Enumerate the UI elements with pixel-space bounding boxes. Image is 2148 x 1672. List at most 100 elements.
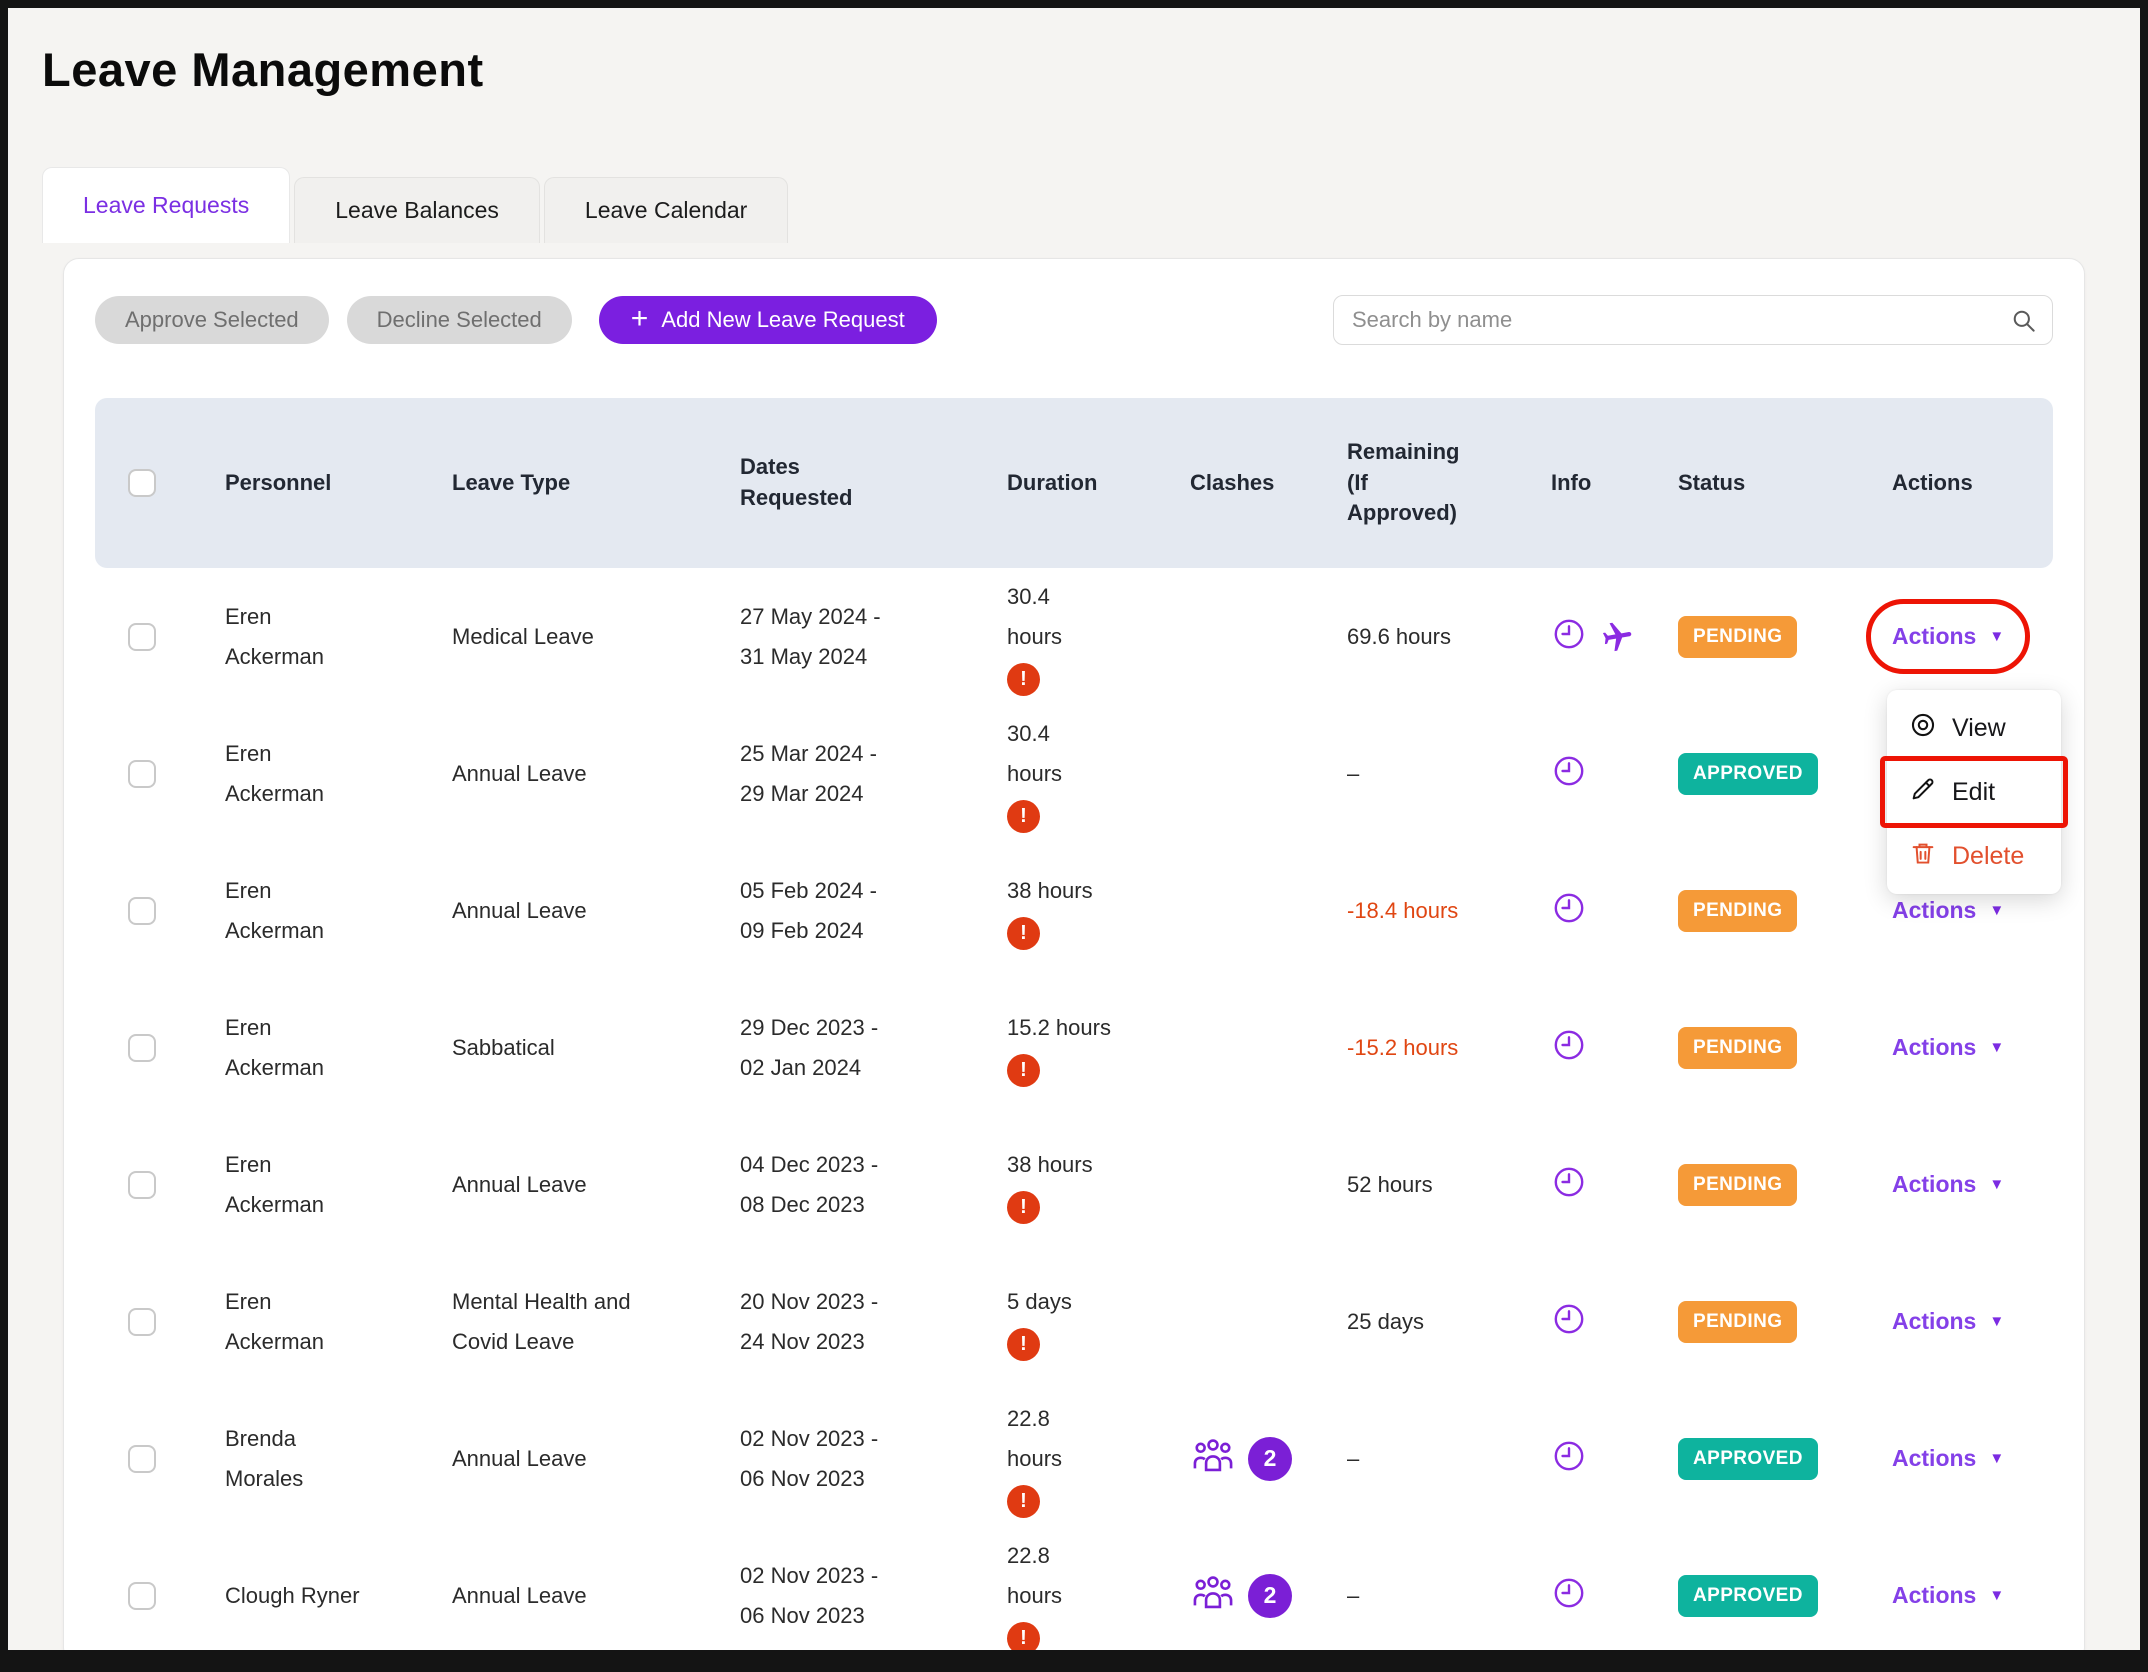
duration: 22.8hours !: [1007, 1390, 1190, 1527]
row-checkbox[interactable]: [128, 897, 156, 925]
info-icons: [1551, 705, 1678, 842]
menu-item-edit[interactable]: Edit: [1887, 760, 2061, 824]
leave-type: Annual Leave: [452, 1165, 587, 1205]
info-icons: [1551, 1527, 1678, 1650]
col-clashes: Clashes: [1190, 468, 1274, 499]
row-checkbox[interactable]: [128, 1582, 156, 1610]
actions-button[interactable]: Actions ▼: [1892, 1582, 2004, 1609]
tab-leave-requests[interactable]: Leave Requests: [42, 167, 290, 243]
remaining-if-approved: -18.4 hours: [1347, 842, 1551, 979]
actions-button-label: Actions: [1892, 1034, 1976, 1061]
menu-item-edit-label: Edit: [1952, 778, 1995, 807]
tab-leave-balances[interactable]: Leave Balances: [294, 177, 540, 243]
warning-icon: !: [1007, 663, 1040, 696]
actions-button[interactable]: Actions ▼: [1892, 1034, 2004, 1061]
actions-button-label: Actions: [1892, 1171, 1976, 1198]
warning-icon: !: [1007, 917, 1040, 950]
chevron-down-icon: ▼: [1989, 629, 2004, 644]
dates-requested: 20 Nov 2023 -24 Nov 2023: [740, 1253, 1007, 1390]
people-icon: [1190, 1573, 1236, 1619]
table-row: Eren Ackerman Annual Leave 05 Feb 2024 -…: [95, 842, 2053, 979]
clashes-cell: [1190, 568, 1347, 705]
remaining-if-approved: 69.6 hours: [1347, 568, 1551, 705]
leave-type: Medical Leave: [452, 617, 594, 657]
duration: 38 hours !: [1007, 1116, 1190, 1253]
search-box: [1333, 295, 2053, 345]
table-row: Eren Ackerman Medical Leave 27 May 2024 …: [95, 568, 2053, 705]
dates-requested: 04 Dec 2023 -08 Dec 2023: [740, 1116, 1007, 1253]
clock-icon: [1551, 616, 1587, 658]
actions-button[interactable]: Actions ▼: [1892, 1445, 2004, 1472]
duration-value: 38 hours: [1007, 1145, 1093, 1185]
clock-icon: [1551, 1027, 1587, 1069]
actions-button[interactable]: Actions ▼: [1892, 623, 2004, 650]
dates-requested: 05 Feb 2024 -09 Feb 2024: [740, 842, 1007, 979]
table-row: Clough Ryner Annual Leave 02 Nov 2023 -0…: [95, 1527, 2053, 1650]
approve-selected-button[interactable]: Approve Selected: [95, 296, 329, 344]
remaining-if-approved: -15.2 hours: [1347, 979, 1551, 1116]
table-body: Eren Ackerman Medical Leave 27 May 2024 …: [95, 568, 2053, 1650]
actions-button[interactable]: Actions ▼: [1892, 1308, 2004, 1335]
info-icons: [1551, 1390, 1678, 1527]
table-row: Brenda Morales Annual Leave 02 Nov 2023 …: [95, 1390, 2053, 1527]
status-badge: PENDING: [1678, 1164, 1797, 1206]
leave-requests-panel: Approve Selected Decline Selected + Add …: [63, 258, 2085, 1650]
warning-icon: !: [1007, 1191, 1040, 1224]
duration-value: 30.4hours: [1007, 714, 1062, 793]
tab-leave-calendar[interactable]: Leave Calendar: [544, 177, 788, 243]
leave-type: Sabbatical: [452, 1028, 555, 1068]
app-window: Leave Management Leave Requests Leave Ba…: [0, 0, 2148, 1672]
col-duration: Duration: [1007, 468, 1097, 499]
warning-icon: !: [1007, 1622, 1040, 1650]
row-checkbox[interactable]: [128, 760, 156, 788]
clashes-cell: [1190, 1253, 1347, 1390]
people-icon: [1190, 1436, 1236, 1482]
menu-item-delete[interactable]: Delete: [1887, 824, 2061, 888]
select-all-checkbox[interactable]: [128, 469, 156, 497]
duration-value: 15.2 hours: [1007, 1008, 1111, 1048]
row-checkbox[interactable]: [128, 1308, 156, 1336]
warning-icon: !: [1007, 800, 1040, 833]
duration-value: 22.8hours: [1007, 1536, 1062, 1615]
leave-type: Annual Leave: [452, 1439, 587, 1479]
row-checkbox[interactable]: [128, 623, 156, 651]
row-checkbox[interactable]: [128, 1034, 156, 1062]
clashes-cell: [1190, 705, 1347, 842]
duration-value: 22.8hours: [1007, 1399, 1062, 1478]
warning-icon: !: [1007, 1485, 1040, 1518]
clashes-cell: [1190, 979, 1347, 1116]
actions-button[interactable]: Actions ▼: [1892, 897, 2004, 924]
personnel-name: Brenda Morales: [225, 1419, 370, 1498]
remaining-if-approved: 52 hours: [1347, 1116, 1551, 1253]
leave-type: Annual Leave: [452, 1576, 587, 1616]
clock-icon: [1551, 1164, 1587, 1206]
chevron-down-icon: ▼: [1989, 1177, 2004, 1192]
duration: 38 hours !: [1007, 842, 1190, 979]
add-new-leave-request-button[interactable]: + Add New Leave Request: [599, 296, 937, 344]
dates-requested: 27 May 2024 -31 May 2024: [740, 568, 1007, 705]
dates-requested: 25 Mar 2024 -29 Mar 2024: [740, 705, 1007, 842]
decline-selected-button[interactable]: Decline Selected: [347, 296, 572, 344]
duration: 15.2 hours !: [1007, 979, 1190, 1116]
chevron-down-icon: ▼: [1989, 903, 2004, 918]
leave-type: Mental Health and Covid Leave: [452, 1282, 642, 1361]
info-icons: [1551, 1116, 1678, 1253]
actions-button-label: Actions: [1892, 1308, 1976, 1335]
actions-dropdown-menu: View Edit Delete: [1887, 690, 2061, 894]
actions-button-label: Actions: [1892, 623, 1976, 650]
row-checkbox[interactable]: [128, 1171, 156, 1199]
duration: 22.8hours !: [1007, 1527, 1190, 1650]
search-input[interactable]: [1333, 295, 2053, 345]
status-badge: APPROVED: [1678, 1575, 1818, 1617]
personnel-name: Eren Ackerman: [225, 734, 370, 813]
clock-icon: [1551, 1575, 1587, 1617]
trash-icon: [1909, 839, 1937, 874]
clash-count-badge: 2: [1248, 1574, 1292, 1618]
table-row: Eren Ackerman Mental Health and Covid Le…: [95, 1253, 2053, 1390]
row-checkbox[interactable]: [128, 1445, 156, 1473]
actions-button[interactable]: Actions ▼: [1892, 1171, 2004, 1198]
col-info: Info: [1551, 468, 1591, 499]
tab-bar: Leave Requests Leave Balances Leave Cale…: [42, 167, 2140, 243]
menu-item-view[interactable]: View: [1887, 696, 2061, 760]
status-badge: PENDING: [1678, 890, 1797, 932]
